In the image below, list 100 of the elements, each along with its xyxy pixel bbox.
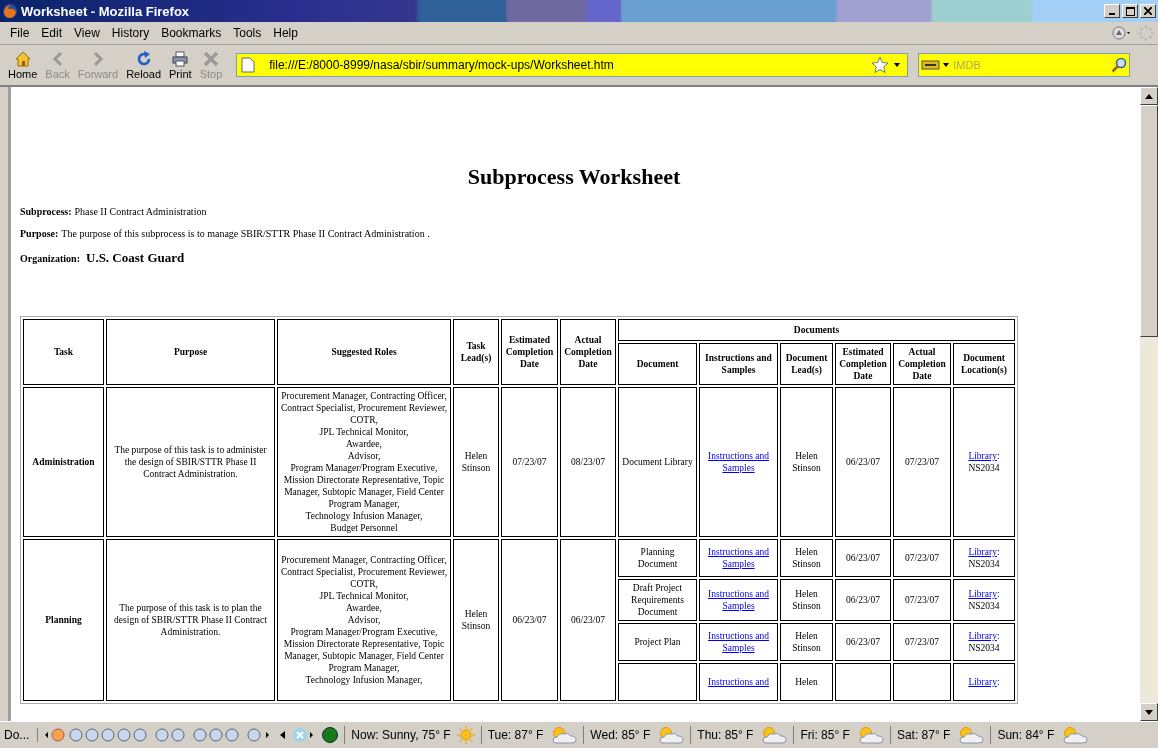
table-cell: Draft Project Requirements Document: [631, 583, 684, 617]
weather-text: Now: Sunny, 75° F: [351, 728, 451, 742]
table-cell: 07/23/07: [905, 553, 939, 563]
column-header: Suggested Roles: [277, 319, 451, 385]
column-header: Estimated Completion Date: [835, 343, 891, 385]
column-header: Estimated Completion Date: [501, 319, 558, 385]
field-value: The purpose of this subprocess is to manage SBIR/STTR Phase II Contract Administration .: [61, 228, 430, 239]
column-header: Document Location(s): [953, 343, 1015, 385]
scroll-up-icon[interactable]: [1145, 93, 1153, 99]
sun-behind-cloud-icon: [656, 726, 685, 744]
menu-item[interactable]: Help: [267, 26, 304, 40]
column-header: Actual Completion Date: [560, 319, 616, 385]
library-link[interactable]: Library: [968, 631, 997, 641]
table-cell: Procurement Manager, Contracting Officer, Contract Specialist, Procurement Reviewer, COTR, JPL Technical Monitor, Awardee, Advisor, Program Manager/Program Executive, Mission Directorate Representative, Topic Manager, Subtopic Manager, Field Center Program Manager, Technology Infusion Manager,: [277, 539, 451, 701]
window-title: Worksheet - Mozilla Firefox: [21, 3, 190, 19]
table-cell: 07/23/07: [905, 637, 939, 647]
menu-item[interactable]: Bookmarks: [155, 26, 228, 40]
table-cell: Document Library: [622, 457, 693, 467]
column-header: Instructions and Samples: [699, 343, 778, 385]
column-header: Task: [23, 319, 104, 385]
table-cell: Helen Stinson: [453, 539, 499, 701]
location-text: Library:: [968, 676, 1000, 688]
table-cell: Administration: [23, 387, 104, 537]
field-label: Purpose:: [20, 228, 59, 239]
field-label: Subprocess:: [20, 206, 72, 217]
weather-text: Tue: 87° F: [487, 728, 544, 742]
table-cell: 08/23/07: [560, 387, 616, 537]
menu-item[interactable]: View: [68, 26, 106, 40]
instructions-link[interactable]: Instructions and Samples: [702, 450, 775, 474]
table-cell: Helen Stinson: [453, 387, 499, 537]
table-cell: Helen Stinson: [792, 547, 821, 569]
column-group-header: Documents: [618, 319, 1015, 341]
toolbar-button[interactable]: Reload: [122, 48, 165, 82]
toolbar-button[interactable]: Home: [4, 48, 42, 82]
address-field[interactable]: file:///E:/8000-8999/nasa/sbir/summary/mock-ups/Worksheet.htm: [236, 53, 909, 77]
location-text: Library: NS2034: [967, 450, 1001, 474]
field-value: U.S. Coast Guard: [86, 250, 185, 265]
toolbar-button[interactable]: Print: [165, 48, 196, 82]
weather-text: Sat: 87° F: [896, 728, 951, 742]
minimize-button[interactable]: [1104, 4, 1120, 18]
library-link[interactable]: Library: [968, 589, 997, 599]
menu-item[interactable]: Tools: [227, 26, 268, 40]
column-header: Actual Completion Date: [893, 343, 951, 385]
scroll-down-icon[interactable]: [1145, 709, 1153, 715]
sun-icon: [456, 726, 475, 744]
weather-text: Wed: 85° F: [590, 728, 651, 742]
library-link[interactable]: Library: [968, 451, 997, 461]
bookmark-star-icon[interactable]: [871, 56, 890, 74]
dropdown-icon[interactable]: [893, 62, 902, 68]
table-cell: 06/23/07: [846, 595, 880, 605]
search-icon[interactable]: [1111, 57, 1128, 73]
reload-icon: [135, 50, 152, 67]
maximize-button[interactable]: [1122, 4, 1138, 18]
page-heading: Subprocess Worksheet: [466, 164, 682, 190]
scrollbar-thumb[interactable]: [1140, 105, 1158, 337]
stop-icon: [202, 50, 219, 67]
sun-behind-cloud-icon: [1060, 726, 1089, 744]
close-button[interactable]: [1140, 4, 1156, 18]
table-cell: Helen: [795, 677, 818, 687]
table-cell: Helen Stinson: [792, 451, 821, 473]
menu-item[interactable]: Edit: [35, 26, 69, 40]
column-header: Task Lead(s): [453, 319, 499, 385]
search-engine-icon[interactable]: [921, 58, 952, 72]
status-text: Do...: [4, 728, 39, 742]
table-cell: 06/23/07: [846, 637, 880, 647]
location-text: Library: NS2034: [967, 546, 1001, 570]
table-cell: 07/23/07: [905, 457, 939, 467]
library-link[interactable]: Library: [968, 677, 997, 687]
menu-item[interactable]: File: [4, 26, 36, 40]
browser-logo-icon: [2, 3, 18, 19]
table-cell: 07/23/07: [905, 595, 939, 605]
search-field[interactable]: IMDB: [951, 58, 1112, 72]
maximize-icon: [1125, 6, 1135, 16]
weather-text: Sun: 84° F: [997, 728, 1055, 742]
menu-item[interactable]: History: [105, 26, 156, 40]
weather-text: Thu: 85° F: [697, 728, 754, 742]
library-link[interactable]: Library: [968, 547, 997, 557]
vertical-scrollbar[interactable]: [1140, 87, 1158, 721]
table-cell: 07/23/07: [501, 387, 558, 537]
location-text: Library: NS2034: [967, 630, 1001, 654]
table-cell: Project Plan: [634, 637, 681, 647]
table-cell: 06/23/07: [560, 539, 616, 701]
search-box[interactable]: IMDB: [918, 53, 1131, 77]
sun-behind-cloud-icon: [759, 726, 788, 744]
table-cell: Planning: [23, 539, 104, 701]
home-icon: [14, 50, 31, 67]
location-text: Library: NS2034: [967, 588, 1001, 612]
table-cell: Helen Stinson: [792, 631, 821, 653]
weather-text: Fri: 85° F: [800, 728, 850, 742]
table-cell: 06/23/07: [846, 457, 880, 467]
printer-icon: [172, 50, 189, 67]
sun-behind-cloud-icon: [549, 726, 578, 744]
page-icon: [241, 57, 256, 73]
table-cell: 06/23/07: [501, 539, 558, 701]
left-arrow-icon[interactable]: [280, 731, 287, 739]
field-label: Organization:: [20, 253, 80, 264]
column-header: Document Lead(s): [780, 343, 833, 385]
table-cell: The purpose of this task is to plan the design of SBIR/STTR Phase II Contract Administration.: [106, 539, 275, 701]
table-cell: Procurement Manager, Contracting Officer, Contract Specialist, Procurement Reviewer, COTR, JPL Technical Monitor, Awardee, Advisor, Program Manager/Program Executive, Mission Directorate Representative, Topic Manager, Subtopic Manager, Field Center Program Manager, Technology Infusion Manager, Budget Personnel: [277, 387, 451, 537]
column-header: Document: [618, 343, 697, 385]
